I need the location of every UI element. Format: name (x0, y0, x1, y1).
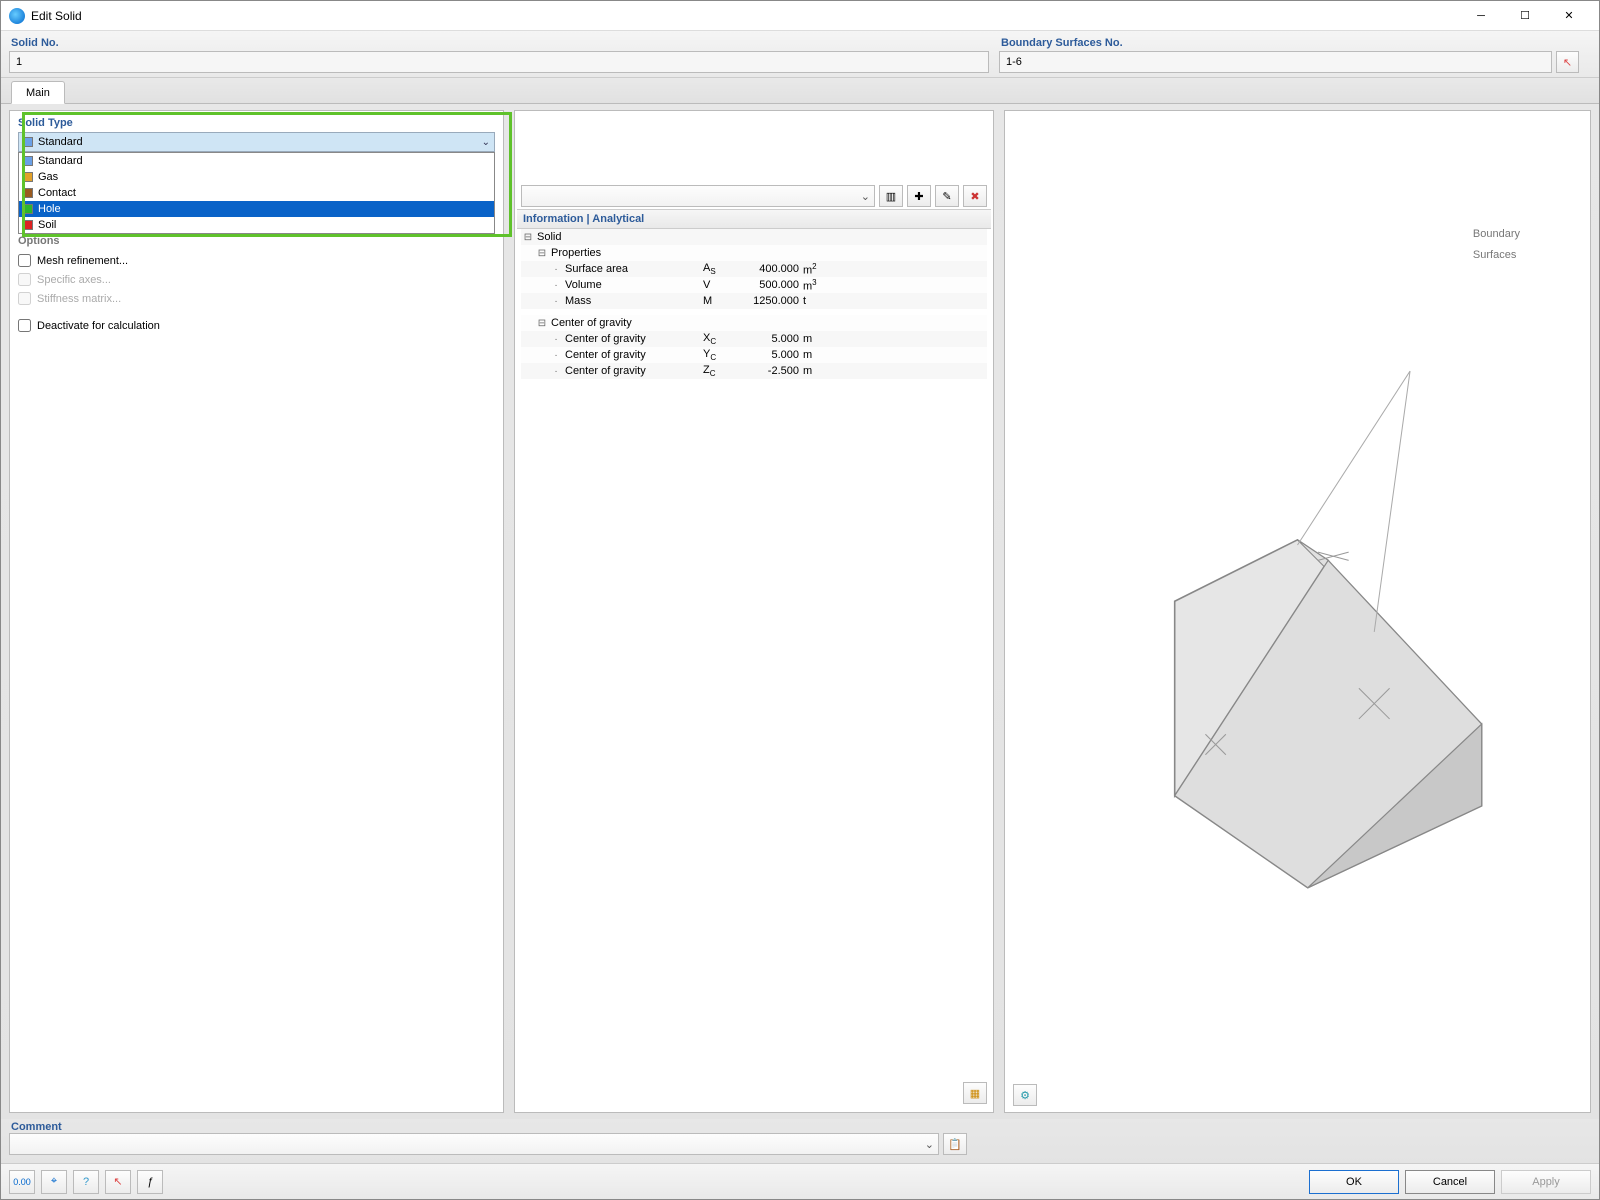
cancel-button[interactable]: Cancel (1405, 1170, 1495, 1194)
expand-icon[interactable]: ⊟ (535, 318, 549, 329)
new-icon: ✚ (914, 190, 923, 203)
top-fields: Solid No. Boundary Surfaces No. ↖ (1, 31, 1599, 78)
right-settings-button[interactable]: ⚙ (1013, 1084, 1037, 1106)
solid-no-input[interactable] (9, 51, 989, 73)
footer-btn-script[interactable]: ƒ (137, 1170, 163, 1194)
footer-btn-pick[interactable]: ↖ (105, 1170, 131, 1194)
minimize-button[interactable]: ─ (1459, 2, 1503, 30)
material-combo[interactable]: ⌄ (521, 185, 875, 207)
mid-options-button[interactable]: ▦ (963, 1082, 987, 1104)
chevron-down-icon: ⌄ (861, 190, 870, 203)
comment-combo[interactable]: ⌄ (9, 1133, 939, 1155)
deactivate-check[interactable]: Deactivate for calculation (16, 316, 497, 335)
boundary-input[interactable] (999, 51, 1552, 73)
solid-type-dropdown: Standard Gas Contact Hole Soil (18, 152, 495, 234)
footer: 0.00 ⌖ ? ↖ ƒ OK Cancel Apply (1, 1163, 1599, 1199)
mid-panel: ⌄ ▥ ✚ ✎ ✖ Information | Analytical ⊟Soli… (514, 110, 994, 1113)
axes-icon: ⌖ (51, 1175, 57, 1188)
stiffness-matrix-checkbox (18, 292, 31, 305)
expand-icon[interactable]: ⊟ (535, 248, 549, 259)
swatch-icon (23, 172, 33, 182)
pointer-icon: ↖ (1563, 56, 1572, 69)
swatch-icon (23, 137, 33, 147)
settings-icon: ⚙ (1020, 1089, 1030, 1102)
right-panel: BoundarySurfaces (1004, 110, 1591, 1113)
grid-icon: ▦ (970, 1087, 980, 1100)
help-icon: ? (83, 1176, 89, 1188)
swatch-icon (23, 188, 33, 198)
comment-label: Comment (9, 1121, 1591, 1133)
close-button[interactable]: ✕ (1547, 2, 1591, 30)
deactivate-checkbox[interactable] (18, 319, 31, 332)
stiffness-matrix-check: Stiffness matrix... (16, 289, 497, 308)
delete-icon: ✖ (970, 190, 979, 203)
swatch-icon (23, 220, 33, 230)
mesh-refinement-check[interactable]: Mesh refinement... (16, 251, 497, 270)
toolbar-btn-new[interactable]: ✚ (907, 185, 931, 207)
solid-no-label: Solid No. (9, 37, 989, 49)
boundary-label: Boundary Surfaces No. (999, 37, 1579, 49)
info-header: Information | Analytical (517, 209, 991, 229)
tabs-bar: Main (1, 78, 1599, 104)
solid-type-selected: Standard (38, 136, 83, 148)
expand-icon[interactable]: ⊟ (521, 232, 535, 243)
mid-toolbar: ⌄ ▥ ✚ ✎ ✖ (517, 185, 991, 209)
footer-btn-units[interactable]: 0.00 (9, 1170, 35, 1194)
tab-main[interactable]: Main (11, 81, 65, 104)
swatch-icon (23, 204, 33, 214)
type-option-soil[interactable]: Soil (19, 217, 494, 233)
pick-icon: ↖ (113, 1175, 122, 1188)
boundary-pick-button[interactable]: ↖ (1556, 51, 1579, 73)
chevron-down-icon: ⌄ (482, 137, 490, 148)
titlebar: Edit Solid ─ ☐ ✕ (1, 1, 1599, 31)
specific-axes-checkbox (18, 273, 31, 286)
apply-button: Apply (1501, 1170, 1591, 1194)
options-label: Options (18, 235, 497, 247)
property-tree: ⊟Solid ⊟Properties ·Surface areaAS400.00… (517, 229, 991, 383)
footer-btn-help[interactable]: ? (73, 1170, 99, 1194)
comment-area: Comment ⌄ 📋 (1, 1119, 1599, 1163)
type-option-gas[interactable]: Gas (19, 169, 494, 185)
toolbar-btn-library[interactable]: ▥ (879, 185, 903, 207)
units-icon: 0.00 (13, 1177, 31, 1187)
solid-type-label: Solid Type (18, 117, 497, 129)
solid-diagram (1011, 117, 1584, 1106)
comment-insert-button[interactable]: 📋 (943, 1133, 967, 1155)
insert-icon: 📋 (948, 1138, 962, 1151)
footer-btn-coord[interactable]: ⌖ (41, 1170, 67, 1194)
chevron-down-icon: ⌄ (925, 1138, 934, 1151)
swatch-icon (23, 156, 33, 166)
type-option-standard[interactable]: Standard (19, 153, 494, 169)
ok-button[interactable]: OK (1309, 1170, 1399, 1194)
app-icon (9, 8, 25, 24)
type-option-contact[interactable]: Contact (19, 185, 494, 201)
type-option-hole[interactable]: Hole (19, 201, 494, 217)
edit-icon: ✎ (942, 190, 951, 203)
maximize-button[interactable]: ☐ (1503, 2, 1547, 30)
diagram-label: BoundarySurfaces (1473, 221, 1520, 262)
solid-type-select[interactable]: Standard ⌄ (18, 132, 495, 152)
script-icon: ƒ (147, 1176, 153, 1188)
toolbar-btn-edit[interactable]: ✎ (935, 185, 959, 207)
left-panel: Solid Type Standard ⌄ Standard Gas Conta… (9, 110, 504, 1113)
window-title: Edit Solid (31, 9, 1459, 23)
book-icon: ▥ (886, 190, 896, 203)
mesh-refinement-checkbox[interactable] (18, 254, 31, 267)
toolbar-btn-delete[interactable]: ✖ (963, 185, 987, 207)
specific-axes-check: Specific axes... (16, 270, 497, 289)
